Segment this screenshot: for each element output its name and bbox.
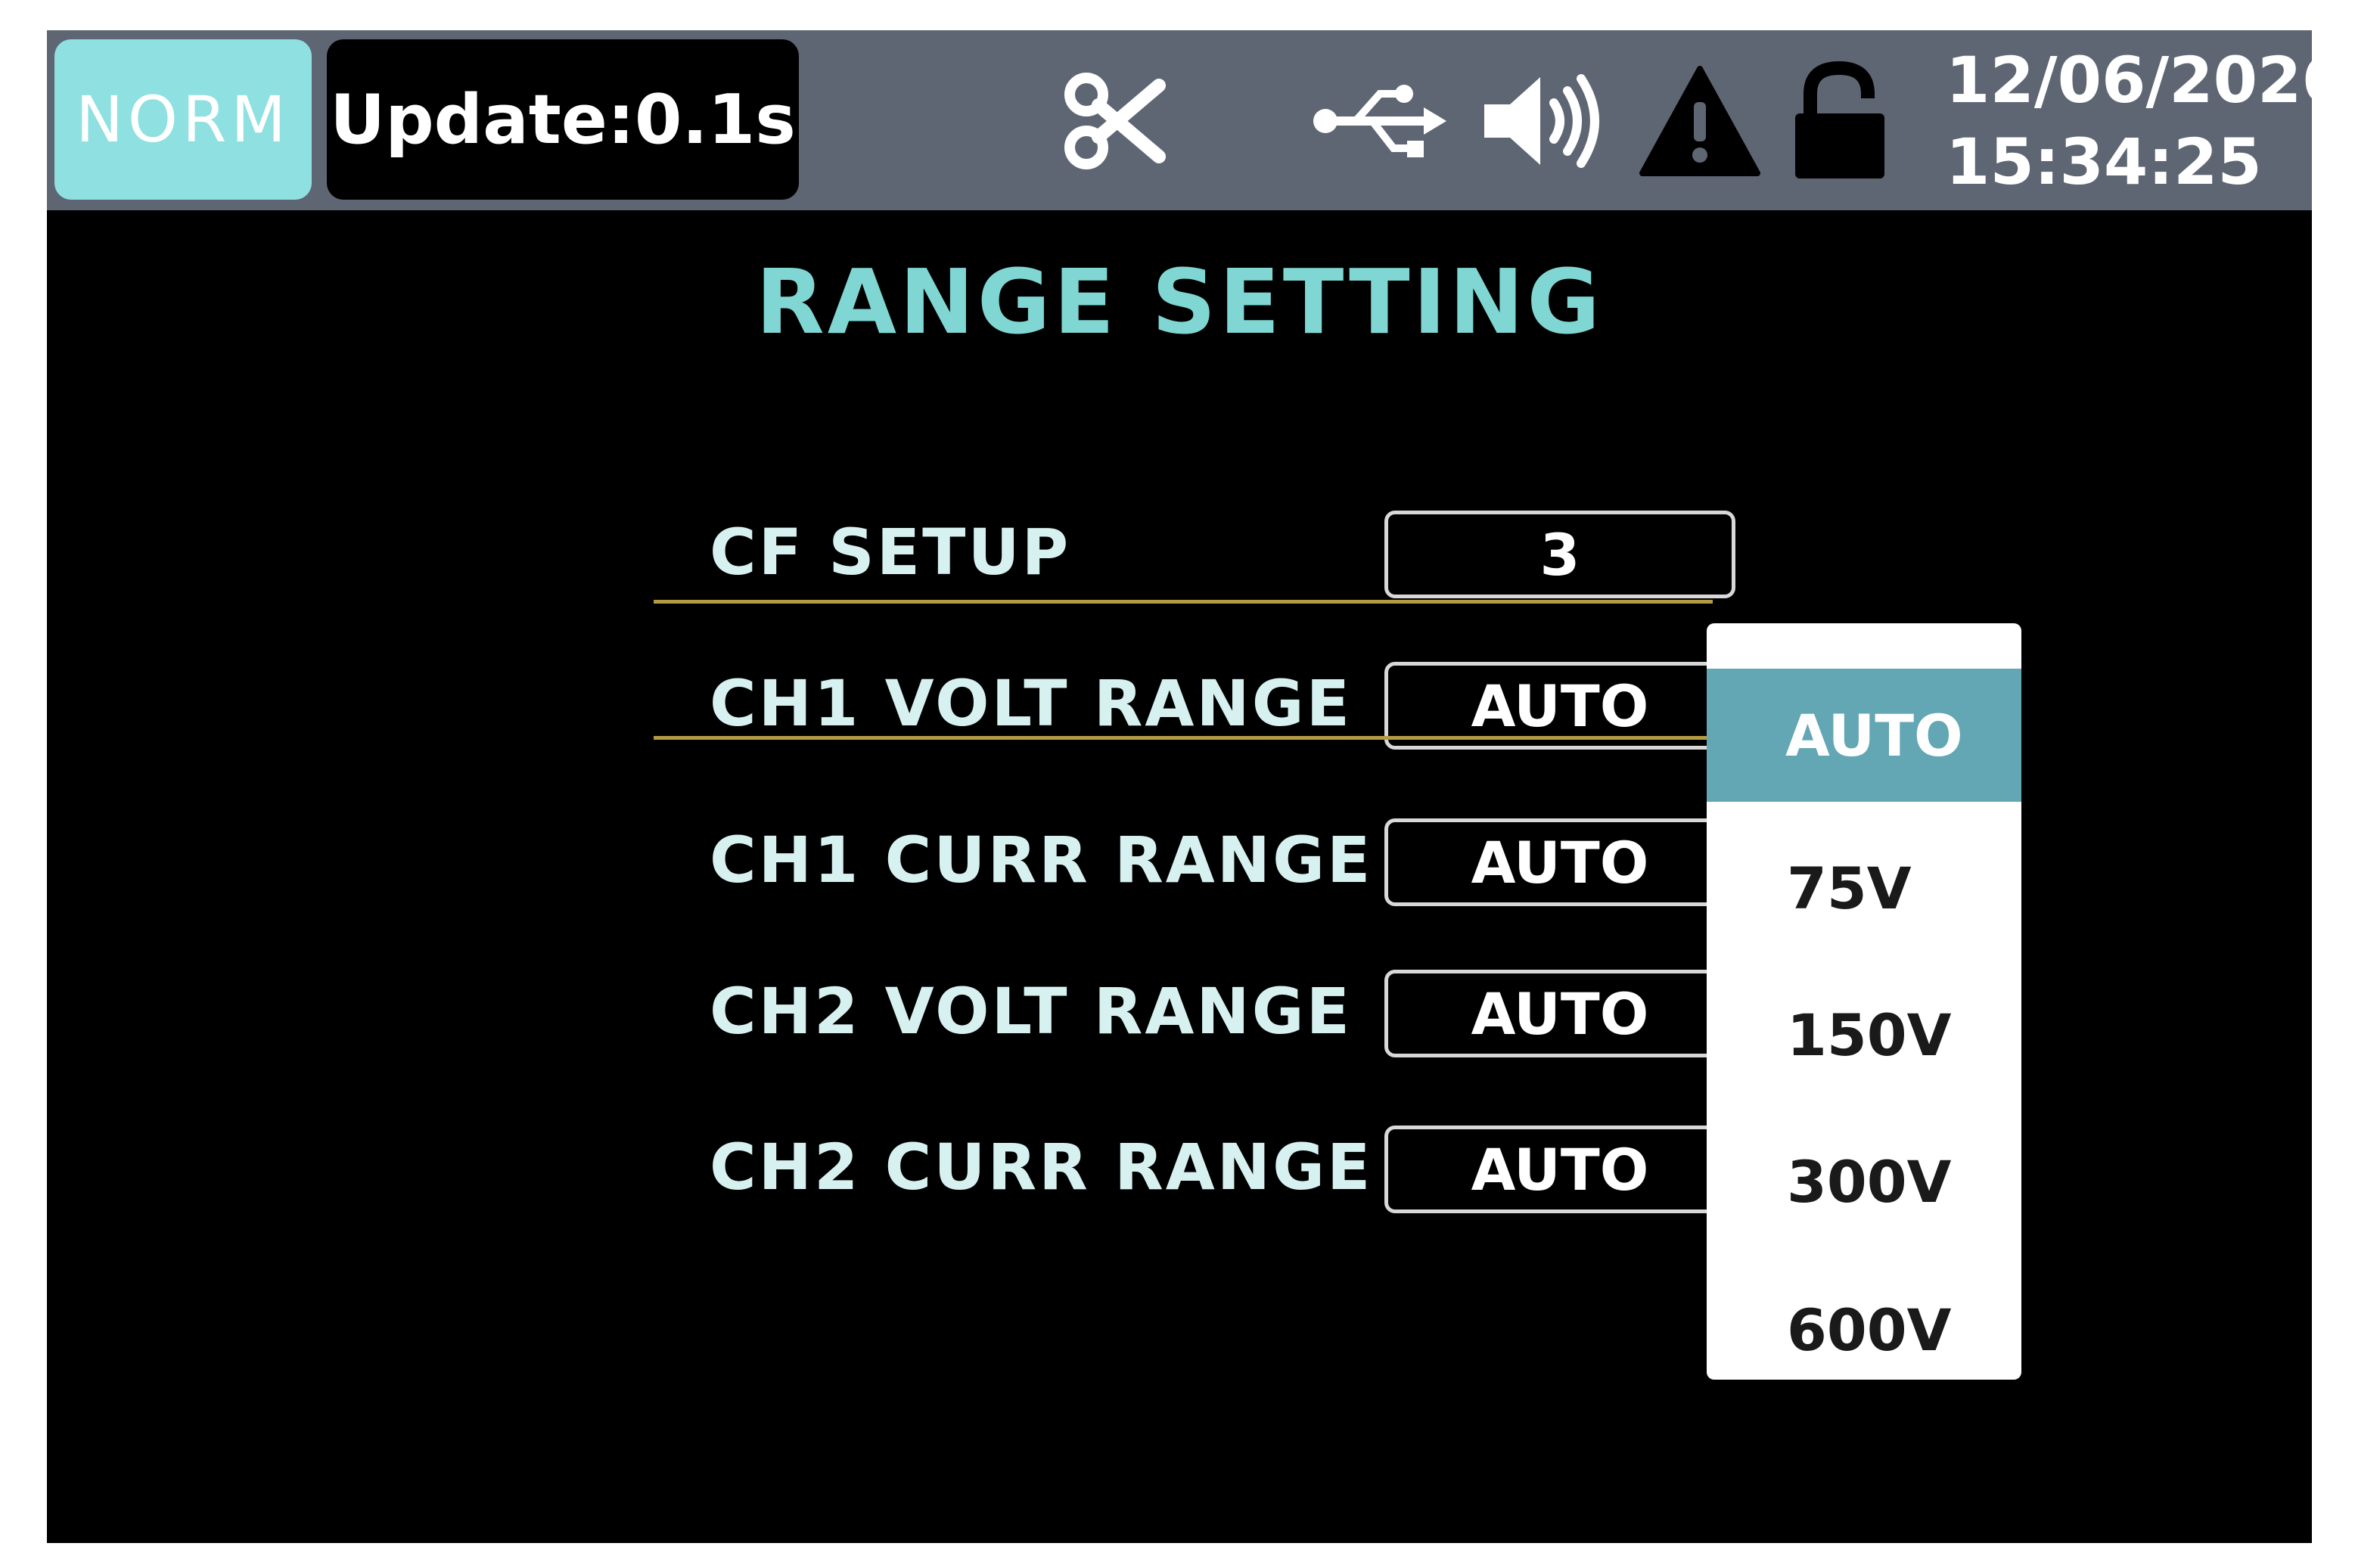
setting-value-box[interactable]: AUTO: [1384, 970, 1735, 1057]
setting-value-box[interactable]: 3: [1384, 511, 1735, 598]
selection-line-top: [654, 600, 1713, 604]
warning-icon[interactable]: [1636, 61, 1764, 182]
mode-badge[interactable]: NORM: [54, 39, 312, 200]
setting-label: CH1 CURR RANGE: [710, 823, 1373, 897]
unlock-icon[interactable]: [1787, 61, 1893, 182]
setting-label: CH1 VOLT RANGE: [710, 666, 1353, 741]
time: 15:34:25: [1946, 125, 2262, 199]
dropdown-option-300v[interactable]: 300V: [1707, 1115, 2021, 1248]
status-bar: NORM Update:0.1s 12/06/2026 15:34:25: [47, 30, 2312, 210]
update-rate-display[interactable]: Update:0.1s: [327, 39, 799, 200]
scissors-icon[interactable]: [1053, 61, 1174, 182]
setting-row-ch1-volt-range[interactable]: CH1 VOLT RANGE AUTO: [652, 647, 1735, 760]
setting-label: CH2 CURR RANGE: [710, 1130, 1373, 1204]
dropdown-option-auto[interactable]: AUTO: [1707, 669, 2021, 802]
setting-row-ch2-volt-range[interactable]: CH2 VOLT RANGE AUTO: [652, 955, 1735, 1068]
setting-row-cf-setup[interactable]: CF SETUP 3: [652, 495, 1735, 609]
date: 12/06/2026: [1946, 43, 2312, 117]
dropdown-option-75v[interactable]: 75V: [1707, 821, 2021, 955]
setting-value-box[interactable]: AUTO: [1384, 1126, 1735, 1213]
setting-value-box[interactable]: AUTO: [1384, 818, 1735, 906]
instrument-screen: NORM Update:0.1s 12/06/2026 15:34:25 RAN…: [47, 30, 2312, 1543]
usb-icon: [1310, 61, 1446, 182]
dropdown-option-150v[interactable]: 150V: [1707, 968, 2021, 1101]
setting-label: CH2 VOLT RANGE: [710, 974, 1353, 1048]
range-dropdown[interactable]: AUTO 75V 150V 300V 600V: [1707, 623, 2021, 1380]
dropdown-option-600v[interactable]: 600V: [1707, 1263, 2021, 1396]
page-title: RANGE SETTING: [755, 250, 1604, 354]
speaker-icon[interactable]: [1477, 61, 1605, 182]
setting-row-ch1-curr-range[interactable]: CH1 CURR RANGE AUTO: [652, 803, 1735, 917]
date-time: 12/06/2026 15:34:25: [1946, 39, 2312, 203]
selection-line-bottom: [654, 736, 1713, 740]
setting-row-ch2-curr-range[interactable]: CH2 CURR RANGE AUTO: [652, 1110, 1735, 1224]
setting-label: CF SETUP: [710, 515, 1071, 589]
